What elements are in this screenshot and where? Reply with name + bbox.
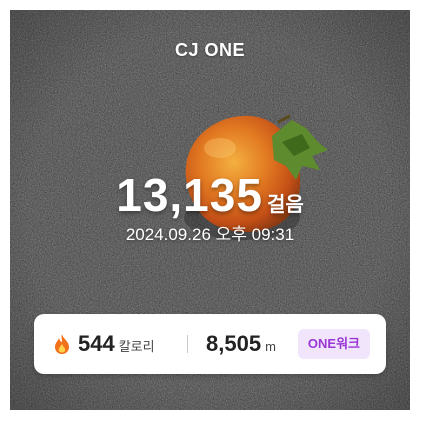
record-datetime: 2024.09.26 오후 09:31 [125,225,295,244]
step-count-value: 13,135 [116,169,263,221]
step-share-card: CJ ONE 13,135 걸음 2024.09.26 오후 09:31 544 칼… [10,10,410,410]
distance-value: 8,505 [206,331,262,356]
calories-unit: 칼로리 [118,339,155,354]
calories-value: 544 [78,331,115,356]
one-walk-button[interactable]: ONE워크 [297,329,370,359]
flame-icon [55,334,69,354]
step-count-unit: 걸음 [266,194,304,216]
calories-stat: 544 칼로리 [78,314,155,374]
stats-bar: 544 칼로리 8,505 m ONE워크 [34,314,386,374]
stats-divider [187,335,188,353]
distance-stat: 8,505 m [206,314,276,374]
distance-unit: m [265,339,276,354]
step-count: 13,135 걸음 [10,168,410,222]
cj-one-logo: CJ ONE [174,40,246,60]
